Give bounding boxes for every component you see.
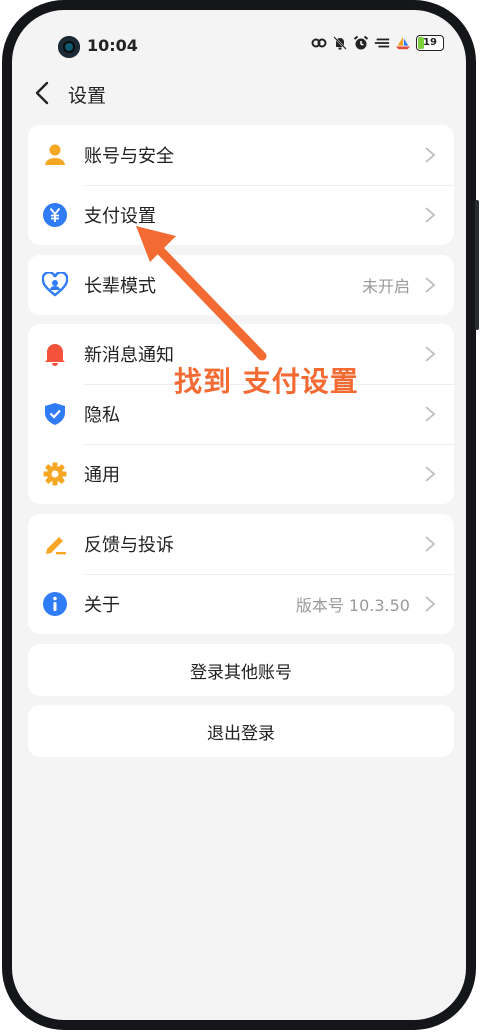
status-icons: 19 <box>311 35 444 51</box>
back-button[interactable] <box>28 78 58 108</box>
header: 设置 <box>12 68 466 118</box>
settings-group-about: 反馈与投诉 关于 版本号 10.3.50 <box>28 514 454 634</box>
row-label-elder-mode: 长辈模式 <box>84 276 156 297</box>
row-label-general: 通用 <box>84 465 120 486</box>
chevron-right-icon <box>425 466 436 482</box>
row-value-version: 版本号 10.3.50 <box>295 596 410 615</box>
link-icon <box>311 35 327 51</box>
front-camera <box>58 36 80 58</box>
row-account-security[interactable]: 账号与安全 <box>28 125 454 185</box>
switch-account-button[interactable]: 登录其他账号 <box>28 644 454 696</box>
person-icon <box>45 144 65 165</box>
alarm-icon <box>353 35 369 51</box>
row-label-account-security: 账号与安全 <box>84 146 174 167</box>
page-title: 设置 <box>68 85 107 107</box>
chevron-left-icon <box>35 81 49 105</box>
heart-person-icon <box>42 272 68 297</box>
settings-group-elder: 长辈模式 未开启 <box>28 255 454 315</box>
chevron-right-icon <box>425 147 436 163</box>
row-feedback[interactable]: 反馈与投诉 <box>28 514 454 574</box>
shield-icon <box>45 403 65 425</box>
bell-icon <box>45 344 65 366</box>
row-value-elder-mode: 未开启 <box>361 277 410 296</box>
chevron-right-icon <box>425 406 436 422</box>
row-general[interactable]: 通用 <box>28 444 454 504</box>
gear-icon <box>43 462 67 486</box>
chevron-right-icon <box>425 277 436 293</box>
row-elder-mode[interactable]: 长辈模式 未开启 <box>28 255 454 315</box>
chevron-right-icon <box>425 346 436 362</box>
chevron-right-icon <box>425 596 436 612</box>
yuan-icon <box>43 203 67 227</box>
boat-icon <box>395 35 411 51</box>
phone-frame: 10:04 19 设置 账号与安全 支付设置 长辈模式 未开启 新消息通知 隐私… <box>2 0 479 1030</box>
info-icon <box>43 592 67 616</box>
chevron-right-icon <box>425 536 436 552</box>
row-label-privacy: 隐私 <box>84 405 120 426</box>
row-label-notifications: 新消息通知 <box>84 345 174 366</box>
row-label-feedback: 反馈与投诉 <box>84 535 174 556</box>
settings-group-account: 账号与安全 支付设置 <box>28 125 454 245</box>
mute-bell-icon <box>332 35 348 51</box>
screen: 10:04 19 设置 账号与安全 支付设置 长辈模式 未开启 新消息通知 隐私… <box>12 10 466 1020</box>
battery-level: 19 <box>423 37 437 48</box>
signal-icon <box>374 35 390 51</box>
row-payment-settings[interactable]: 支付设置 <box>28 185 454 245</box>
row-label-payment-settings: 支付设置 <box>84 206 156 227</box>
status-time: 10:04 <box>87 36 138 55</box>
row-label-about: 关于 <box>84 595 120 616</box>
annotation-text: 找到 支付设置 <box>174 365 359 398</box>
battery-indicator: 19 <box>416 35 444 51</box>
logout-button[interactable]: 退出登录 <box>28 705 454 757</box>
chevron-right-icon <box>425 207 436 223</box>
settings-group-general: 新消息通知 隐私 通用 <box>28 324 454 504</box>
row-about[interactable]: 关于 版本号 10.3.50 <box>28 574 454 634</box>
pen-icon <box>46 537 66 555</box>
